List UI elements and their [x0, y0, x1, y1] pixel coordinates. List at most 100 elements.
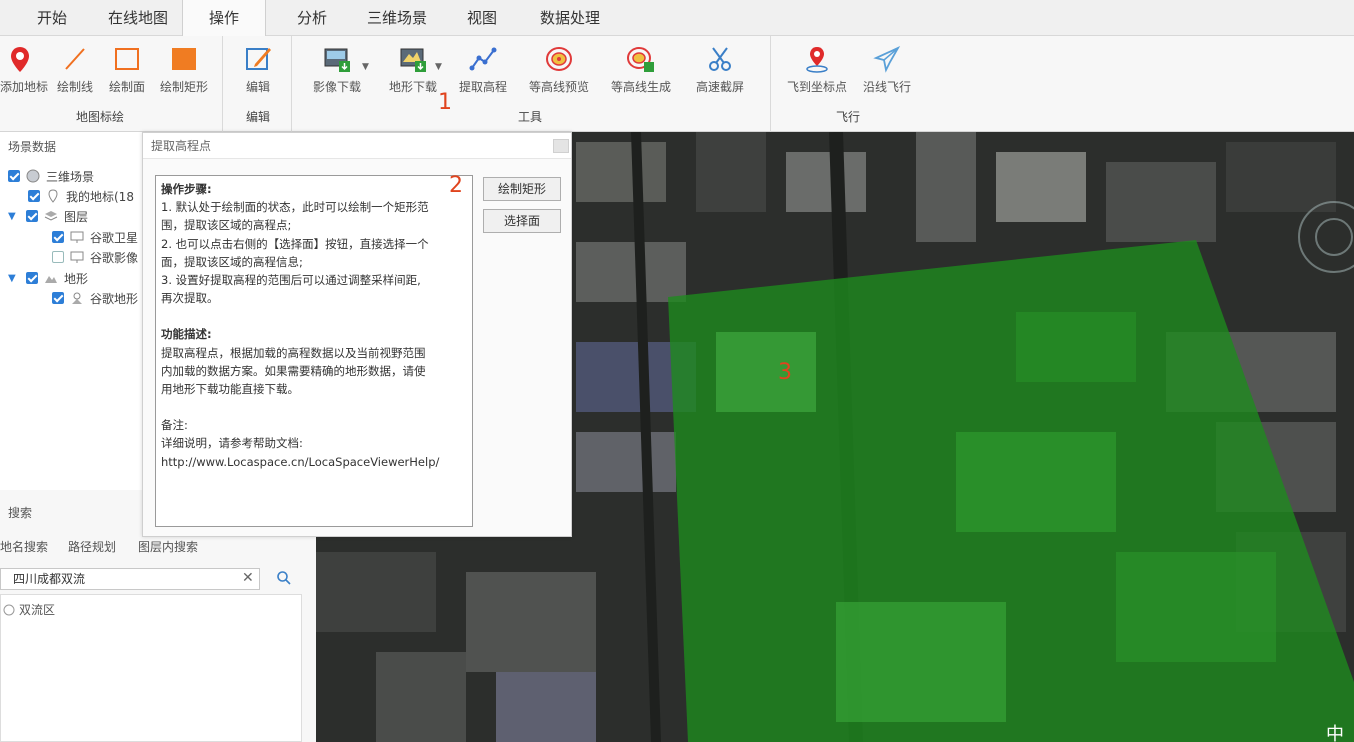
tree-item-google-imagery[interactable]: 谷歌影像 — [52, 247, 138, 267]
tree-item-google-satellite[interactable]: 谷歌卫星 — [52, 227, 138, 247]
expand-triangle-icon[interactable]: ▼ — [8, 273, 20, 284]
monitor-icon — [70, 231, 84, 243]
tab-operation[interactable]: 操作 — [182, 0, 266, 37]
contour-generate-icon — [627, 47, 654, 72]
clear-icon[interactable]: ✕ — [242, 570, 254, 586]
tree-item-terrain[interactable]: ▼ 地形 — [8, 268, 88, 288]
compass-control-icon[interactable] — [1294, 182, 1354, 292]
checkbox[interactable] — [26, 210, 38, 222]
annotation-number-1: 1 — [438, 90, 452, 115]
scissors-icon — [709, 47, 731, 71]
fly-along-line-label: 沿线飞行 — [862, 80, 911, 94]
tab-place-search[interactable]: 地名搜索 — [0, 538, 48, 555]
instruction-line: 围，提取该区域的高程点; — [161, 218, 292, 233]
terrain-icon — [45, 276, 57, 283]
checkbox[interactable] — [8, 170, 20, 182]
image-download-label: 影像下载 — [312, 80, 361, 94]
checkbox[interactable] — [52, 251, 64, 263]
contour-preview-button[interactable]: 等高线预览 — [522, 40, 596, 100]
fast-screenshot-button[interactable]: 高速截屏 — [688, 40, 752, 100]
instruction-line: 备注: — [161, 418, 188, 433]
add-placemark-button[interactable]: 添加地标 — [0, 40, 49, 100]
search-input[interactable]: 四川成都双流 — [0, 568, 260, 590]
draw-rectangle-dialog-button[interactable]: 绘制矩形 — [483, 177, 561, 201]
checkbox[interactable] — [52, 292, 64, 304]
instruction-line: 操作步骤: — [161, 182, 212, 196]
image-download-button[interactable]: 影像下载 — [304, 40, 370, 100]
instruction-line: 再次提取。 — [161, 291, 219, 306]
annotation-number-3: 3 — [778, 360, 792, 385]
checkbox[interactable] — [28, 190, 40, 202]
image-download-icon — [324, 48, 350, 72]
group-label-flight: 飞行 — [835, 110, 860, 124]
globe-icon — [26, 169, 40, 183]
draw-line-label: 绘制线 — [56, 80, 93, 94]
instruction-line: 提取高程点，根据加载的高程数据以及当前视野范围 — [161, 345, 426, 360]
instruction-line: 用地形下载功能直接下载。 — [161, 382, 299, 397]
group-separator — [291, 36, 292, 132]
fly-to-point-button[interactable]: 飞到坐标点 — [782, 40, 852, 100]
tree-item-3d-scene[interactable]: 三维场景 — [8, 166, 94, 186]
tree-item-label: 谷歌地形 — [90, 291, 139, 306]
contour-generate-button[interactable]: 等高线生成 — [602, 40, 680, 100]
line-icon — [65, 48, 85, 70]
instruction-line: 2. 也可以点击右侧的【选择面】按钮，直接选择一个 — [161, 236, 429, 251]
contour-preview-label: 等高线预览 — [528, 80, 589, 94]
contour-generate-label: 等高线生成 — [610, 80, 671, 94]
instruction-line: 3. 设置好提取高程的范围后可以通过调整采样间距, — [161, 273, 421, 288]
instruction-line: 详细说明，请参考帮助文档: — [161, 436, 303, 451]
add-placemark-label: 添加地标 — [0, 80, 49, 94]
edit-label: 编辑 — [245, 80, 270, 94]
draw-rectangle-button[interactable]: 绘制矩形 — [155, 40, 213, 100]
expand-triangle-icon[interactable]: ▼ — [8, 211, 20, 222]
tab-layer-search[interactable]: 图层内搜索 — [138, 538, 198, 555]
plane-icon — [873, 46, 901, 73]
search-result-item[interactable]: 双流区 — [19, 601, 55, 618]
scene-data-panel: 场景数据 三维场景 我的地标(18 ▼ 图层 谷歌卫星 谷歌影像 ▼ 地形 谷歌… — [0, 132, 145, 490]
tree-item-label: 谷歌影像 — [90, 250, 139, 265]
globe-icon — [3, 604, 15, 616]
draw-polygon-button[interactable]: 绘制面 — [102, 40, 152, 100]
instructions-textbox[interactable]: 操作步骤: 1. 默认处于绘制面的状态，此时可以绘制一个矩形范 围，提取该区域的… — [155, 175, 473, 527]
tab-online-map[interactable]: 在线地图 — [96, 0, 180, 36]
extract-elevation-button[interactable]: 提取高程 — [452, 40, 514, 100]
tab-3d-scene[interactable]: 三维场景 — [352, 0, 442, 36]
chevron-down-icon[interactable]: ▼ — [435, 62, 442, 72]
chevron-down-icon[interactable]: ▼ — [362, 62, 369, 72]
tab-analysis[interactable]: 分析 — [280, 0, 344, 36]
tree-item-label: 三维场景 — [46, 169, 95, 184]
fly-along-line-button[interactable]: 沿线飞行 — [856, 40, 918, 100]
close-button[interactable] — [553, 139, 569, 153]
edit-button[interactable]: 编辑 — [236, 40, 280, 100]
tree-item-label: 谷歌卫星 — [90, 230, 139, 245]
draw-rectangle-label: 绘制矩形 — [159, 80, 208, 94]
help-url[interactable]: http://www.Locaspace.cn/LocaSpaceViewerH… — [161, 453, 467, 471]
tree-item-layers[interactable]: ▼ 图层 — [8, 206, 88, 226]
tab-route-planning[interactable]: 路径规划 — [68, 538, 116, 555]
group-separator — [222, 36, 223, 132]
search-icon[interactable] — [276, 570, 292, 586]
search-results-list: 双流区 — [0, 594, 302, 742]
group-label-tools: 工具 — [517, 110, 542, 124]
ribbon-toolbar: 添加地标 绘制线 绘制面 绘制矩形 地图标绘 编辑 编辑 影像下载 ▼ 地形下载… — [0, 36, 1354, 132]
tab-view[interactable]: 视图 — [452, 0, 512, 36]
annotation-number-2: 2 — [449, 173, 463, 198]
draw-line-button[interactable]: 绘制线 — [50, 40, 100, 100]
tree-item-label: 图层 — [64, 209, 89, 224]
polygon-icon — [115, 48, 139, 70]
checkbox[interactable] — [26, 272, 38, 284]
tree-item-my-placemarks[interactable]: 我的地标(18 — [28, 186, 134, 206]
dialog-title: 提取高程点 — [143, 133, 571, 159]
fast-screenshot-label: 高速截屏 — [695, 80, 744, 94]
terrain-layer-icon — [72, 292, 82, 304]
checkbox[interactable] — [52, 231, 64, 243]
instruction-line: 1. 默认处于绘制面的状态，此时可以绘制一个矩形范 — [161, 200, 429, 215]
tab-data-processing[interactable]: 数据处理 — [522, 0, 618, 36]
draw-polygon-label: 绘制面 — [108, 80, 145, 94]
select-polygon-button[interactable]: 选择面 — [483, 209, 561, 233]
fly-to-point-label: 飞到坐标点 — [786, 80, 847, 94]
scene-data-title: 场景数据 — [8, 140, 57, 154]
tree-item-google-terrain[interactable]: 谷歌地形 — [52, 288, 138, 308]
extract-elevation-label: 提取高程 — [458, 80, 507, 94]
tab-start[interactable]: 开始 — [20, 0, 84, 36]
